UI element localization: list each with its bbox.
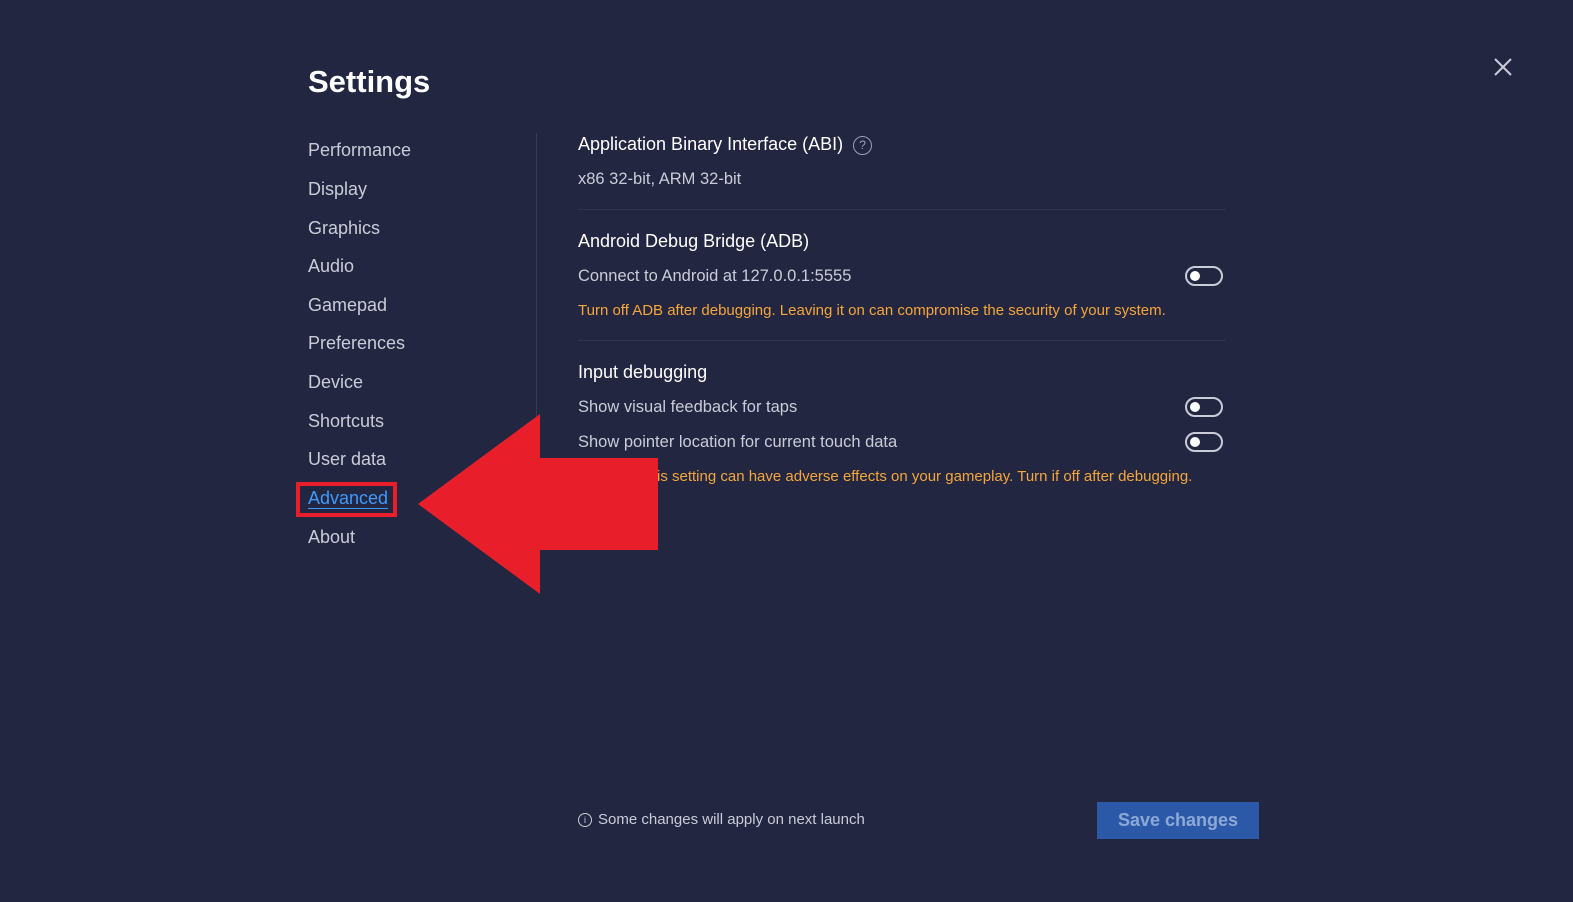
sidebar-item-graphics[interactable]: Graphics bbox=[308, 218, 380, 239]
abi-value: x86 32-bit, ARM 32-bit bbox=[578, 170, 742, 188]
close-icon[interactable] bbox=[1490, 54, 1516, 80]
input-debugging-warning: is setting can have adverse effects on y… bbox=[657, 468, 1193, 485]
sidebar-item-shortcuts[interactable]: Shortcuts bbox=[308, 411, 384, 432]
settings-window: Settings Performance Display Graphics Au… bbox=[0, 0, 1573, 902]
abi-title: Application Binary Interface (ABI) bbox=[578, 134, 844, 154]
sidebar-item-about[interactable]: About bbox=[308, 527, 355, 548]
adb-connect-toggle[interactable] bbox=[1185, 266, 1223, 286]
section-divider bbox=[578, 340, 1226, 341]
sidebar-item-gamepad[interactable]: Gamepad bbox=[308, 295, 387, 316]
footer-note-text: Some changes will apply on next launch bbox=[598, 811, 865, 828]
page-title: Settings bbox=[308, 64, 431, 99]
adb-section-title: Android Debug Bridge (ADB) bbox=[578, 231, 810, 251]
abi-section-title: Application Binary Interface (ABI)? bbox=[578, 134, 873, 155]
adb-warning: Turn off ADB after debugging. Leaving it… bbox=[578, 302, 1166, 319]
sidebar-item-advanced[interactable]: Advanced bbox=[308, 488, 388, 509]
sidebar-item-preferences[interactable]: Preferences bbox=[308, 333, 405, 354]
input-debugging-title: Input debugging bbox=[578, 362, 708, 382]
toggle-knob bbox=[1190, 271, 1200, 281]
sidebar-item-user-data[interactable]: User data bbox=[308, 449, 386, 470]
sidebar-divider bbox=[536, 133, 537, 553]
pointer-location-toggle[interactable] bbox=[1185, 432, 1223, 452]
sidebar-item-display[interactable]: Display bbox=[308, 179, 367, 200]
sidebar-item-performance[interactable]: Performance bbox=[308, 140, 411, 161]
info-circle-icon: i bbox=[578, 813, 592, 827]
help-circle-icon[interactable]: ? bbox=[853, 136, 873, 155]
sidebar-item-device[interactable]: Device bbox=[308, 372, 363, 393]
save-changes-button[interactable]: Save changes bbox=[1097, 802, 1259, 839]
adb-connect-label: Connect to Android at 127.0.0.1:5555 bbox=[578, 267, 852, 285]
visual-feedback-label: Show visual feedback for taps bbox=[578, 398, 798, 416]
visual-feedback-toggle[interactable] bbox=[1185, 397, 1223, 417]
toggle-knob bbox=[1190, 437, 1200, 447]
sidebar-item-audio[interactable]: Audio bbox=[308, 256, 354, 277]
toggle-knob bbox=[1190, 402, 1200, 412]
pointer-location-label: Show pointer location for current touch … bbox=[578, 433, 898, 451]
section-divider bbox=[578, 209, 1226, 210]
footer-note: i Some changes will apply on next launch bbox=[578, 811, 865, 828]
